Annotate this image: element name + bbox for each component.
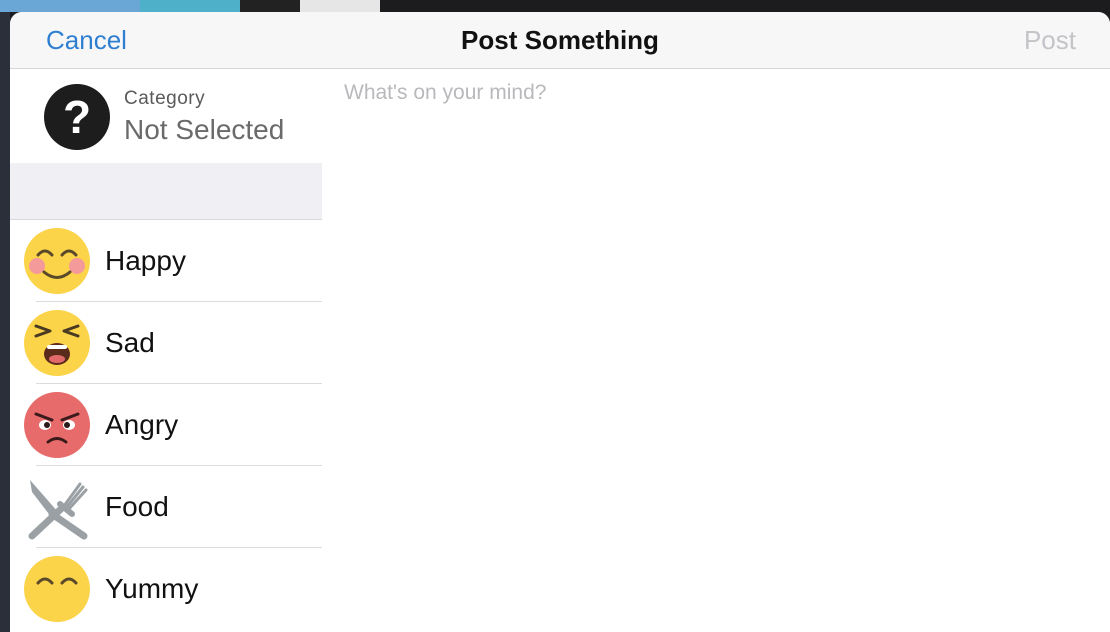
- category-value: Not Selected: [124, 114, 285, 145]
- yummy-face-icon: [24, 556, 90, 622]
- mood-item-food[interactable]: Food: [10, 466, 322, 548]
- angry-red-face-icon: [24, 392, 90, 458]
- mood-label: Happy: [105, 245, 186, 276]
- post-modal: Cancel Post Something Post ? Category No…: [10, 12, 1110, 632]
- background-strip-light: [300, 0, 380, 12]
- section-divider: [10, 163, 322, 220]
- post-button[interactable]: Post: [1024, 25, 1076, 56]
- category-sidebar: ? Category Not Selected Happy Sad Angry …: [10, 69, 322, 632]
- mood-label: Yummy: [105, 573, 199, 604]
- tired-crying-face-icon: [24, 310, 90, 376]
- mood-item-yummy[interactable]: Yummy: [10, 548, 322, 630]
- mood-item-angry[interactable]: Angry: [10, 384, 322, 466]
- mood-item-happy[interactable]: Happy: [10, 220, 322, 302]
- fork-and-knife-icon: [28, 480, 88, 540]
- background-strip-dark-right: [380, 0, 1110, 12]
- mood-label: Angry: [105, 409, 179, 440]
- navigation-bar: Cancel Post Something Post: [10, 12, 1110, 69]
- mood-item-sad[interactable]: Sad: [10, 302, 322, 384]
- background-left-edge: [0, 12, 10, 632]
- smiling-blush-face-icon: [24, 228, 90, 294]
- question-mark-icon: ?: [44, 84, 110, 150]
- mood-label: Sad: [105, 327, 155, 358]
- post-text-input[interactable]: [330, 69, 1110, 632]
- mood-label: Food: [105, 491, 169, 522]
- background-strip-dark: [240, 0, 300, 12]
- category-selector[interactable]: ? Category Not Selected: [10, 69, 322, 163]
- category-label: Category: [124, 88, 206, 109]
- cancel-button[interactable]: Cancel: [46, 25, 127, 56]
- mood-list: Happy Sad Angry Food Yummy: [10, 220, 322, 630]
- page-title: Post Something: [461, 25, 659, 55]
- background-strip-teal: [140, 0, 240, 12]
- background-strip-blue: [0, 0, 140, 12]
